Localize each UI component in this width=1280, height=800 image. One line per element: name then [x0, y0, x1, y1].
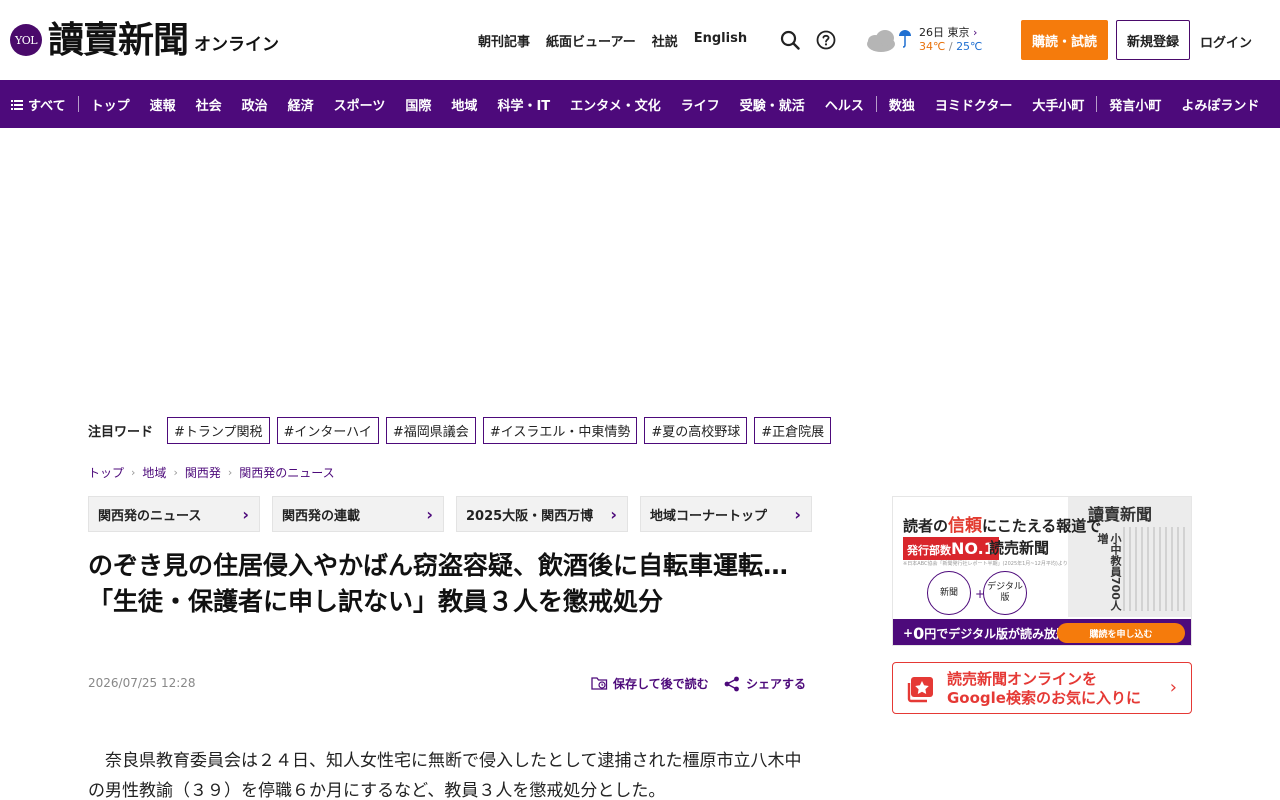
nav-breaking[interactable]: 速報 — [150, 95, 176, 114]
category-expo-2025[interactable]: 2025大阪・関西万博 › — [456, 496, 628, 532]
main-navigation: すべて トップ 速報 社会 政治 経済 スポーツ 国際 地域 科学・IT エンタ… — [0, 80, 1280, 128]
weather-date: 26日 東京 › — [919, 26, 978, 39]
category-links: 関西発のニュース › 関西発の連載 › 2025大阪・関西万博 › 地域コーナートップ… — [88, 496, 812, 532]
nav-top[interactable]: トップ — [91, 95, 130, 114]
breadcrumb-region[interactable]: 地域 — [142, 464, 166, 481]
subscription-ad-banner[interactable]: 讀賣新聞 小中教員700人増 読者の信頼にこたえる報道で 発行部数NO.1 読売… — [892, 496, 1192, 646]
nav-life[interactable]: ライフ — [681, 95, 720, 114]
link-paper-viewer[interactable]: 紙面ビューアー — [546, 31, 636, 50]
trend-label: 注目ワード — [88, 424, 154, 440]
trend-tag[interactable]: #イスラエル・中東情勢 — [482, 416, 638, 444]
trend-tag[interactable]: #インターハイ — [276, 416, 379, 444]
trend-tag[interactable]: #夏の高校野球 — [644, 416, 748, 444]
google-favorite-text: 読売新聞オンラインを Google検索のお気に入りに — [947, 670, 1141, 707]
ad-headline: 読者の信頼にこたえる報道で — [903, 516, 1102, 536]
link-english[interactable]: English — [694, 31, 747, 50]
article-title: のぞき見の住居侵入やかばん窃盗容疑、飲酒後に自転車運転…「生徒・保護者に申し訳な… — [88, 551, 789, 616]
save-for-later-button[interactable]: 保存して後で読む — [591, 675, 709, 692]
newspaper-text-lines — [1123, 527, 1187, 611]
nav-separator — [1096, 96, 1098, 112]
breadcrumb-top[interactable]: トップ — [88, 464, 124, 481]
bookmark-clock-icon — [591, 677, 608, 690]
breadcrumb: トップ › 地域 › 関西発 › 関西発のニュース — [88, 464, 335, 481]
link-morning-edition[interactable]: 朝刊記事 — [478, 31, 530, 50]
logo-subtitle: オンライン — [194, 34, 280, 55]
register-button[interactable]: 新規登録 — [1116, 20, 1190, 60]
nav-yomipo-land[interactable]: よみぽランド — [1181, 95, 1259, 114]
chevron-right-icon: › — [227, 466, 233, 479]
cloud-rain-icon — [867, 30, 911, 52]
chevron-right-icon: › — [794, 504, 801, 524]
nav-science-it[interactable]: 科学・IT — [497, 95, 550, 114]
nav-sudoku[interactable]: 数独 — [889, 95, 915, 114]
nav-separator — [77, 96, 79, 112]
ad-paper-name: 読売新聞 — [989, 539, 1050, 557]
chevron-right-icon: › — [173, 466, 178, 479]
newspaper-circle: 新聞 — [927, 571, 971, 615]
nav-entertainment[interactable]: エンタメ・文化 — [570, 95, 661, 114]
site-header: YOL 讀賣新聞 オンライン 朝刊記事 紙面ビューアー 社説 English 2… — [0, 0, 1280, 80]
logo-wordmark: 讀賣新聞 — [48, 19, 189, 61]
category-regional-top[interactable]: 地域コーナートップ › — [640, 496, 812, 532]
category-kansai-news[interactable]: 関西発のニュース › — [88, 496, 260, 532]
chevron-right-icon: › — [242, 504, 249, 524]
trend-words: 注目ワード #トランプ関税 #インターハイ #福岡県議会 #イスラエル・中東情勢… — [88, 416, 838, 444]
favorite-star-icon — [907, 677, 933, 703]
circulation-badge: 発行部数NO.1 — [903, 537, 999, 560]
article-body: 奈良県教育委員会は２４日、知人女性宅に無断で侵入したとして逮捕された橿原市立八木… — [88, 751, 802, 800]
digital-circle: デジタル版 — [983, 571, 1027, 615]
nav-sports[interactable]: スポーツ — [334, 95, 386, 114]
apply-subscription-button[interactable]: 購読を申し込む — [1057, 623, 1185, 643]
share-button[interactable]: シェアする — [724, 675, 806, 692]
weather-temps: 34℃ / 25℃ — [919, 40, 983, 53]
chevron-right-icon: › — [426, 504, 433, 524]
nav-otekomachi[interactable]: 大手小町 — [1032, 95, 1084, 114]
chevron-right-icon: › — [1169, 677, 1177, 698]
trend-tag[interactable]: #福岡県議会 — [385, 416, 476, 444]
link-editorial[interactable]: 社説 — [652, 31, 678, 50]
nav-politics[interactable]: 政治 — [242, 95, 268, 114]
help-icon[interactable] — [816, 30, 836, 50]
nav-economy[interactable]: 経済 — [288, 95, 314, 114]
yol-badge: YOL — [10, 24, 42, 56]
breadcrumb-kansai-news[interactable]: 関西発のニュース — [239, 464, 334, 481]
article-date: 2026/07/25 12:28 — [88, 676, 196, 690]
newspaper-headline: 小中教員700人増 — [1096, 533, 1122, 611]
nav-exam-job[interactable]: 受験・就活 — [740, 95, 805, 114]
category-kansai-series[interactable]: 関西発の連載 › — [272, 496, 444, 532]
menu-icon — [11, 99, 23, 110]
search-icon[interactable] — [780, 30, 800, 50]
top-links: 朝刊記事 紙面ビューアー 社説 English — [478, 31, 747, 50]
nav-society[interactable]: 社会 — [196, 95, 222, 114]
trend-tag[interactable]: #トランプ関税 — [167, 416, 270, 444]
nav-health[interactable]: ヘルス — [825, 95, 864, 114]
chevron-right-icon: › — [610, 504, 617, 524]
nav-hatsugen-komachi[interactable]: 発言小町 — [1109, 95, 1161, 114]
nav-separator — [875, 96, 877, 112]
share-icon — [724, 676, 739, 691]
google-favorite-banner[interactable]: 読売新聞オンラインを Google検索のお気に入りに › — [892, 662, 1192, 714]
chevron-right-icon: › — [131, 466, 136, 479]
login-link[interactable]: ログイン — [1200, 32, 1252, 51]
weather-widget[interactable]: 26日 東京 › 34℃ / 25℃ — [865, 24, 995, 58]
ad-fineprint: ※日本ABC協会「新聞発行社レポート半期」(2025年1月~12月平均)より — [903, 561, 1068, 567]
trend-tag[interactable]: #正倉院展 — [754, 416, 832, 444]
nav-yomidr[interactable]: ヨミドクター — [935, 95, 1012, 114]
nav-regional[interactable]: 地域 — [451, 95, 477, 114]
nav-all-menu[interactable]: すべて — [10, 95, 66, 114]
nav-international[interactable]: 国際 — [405, 95, 431, 114]
subscribe-button[interactable]: 購読・試読 — [1021, 20, 1108, 60]
site-logo[interactable]: YOL 讀賣新聞 オンライン — [10, 18, 279, 62]
breadcrumb-kansai[interactable]: 関西発 — [185, 464, 221, 481]
